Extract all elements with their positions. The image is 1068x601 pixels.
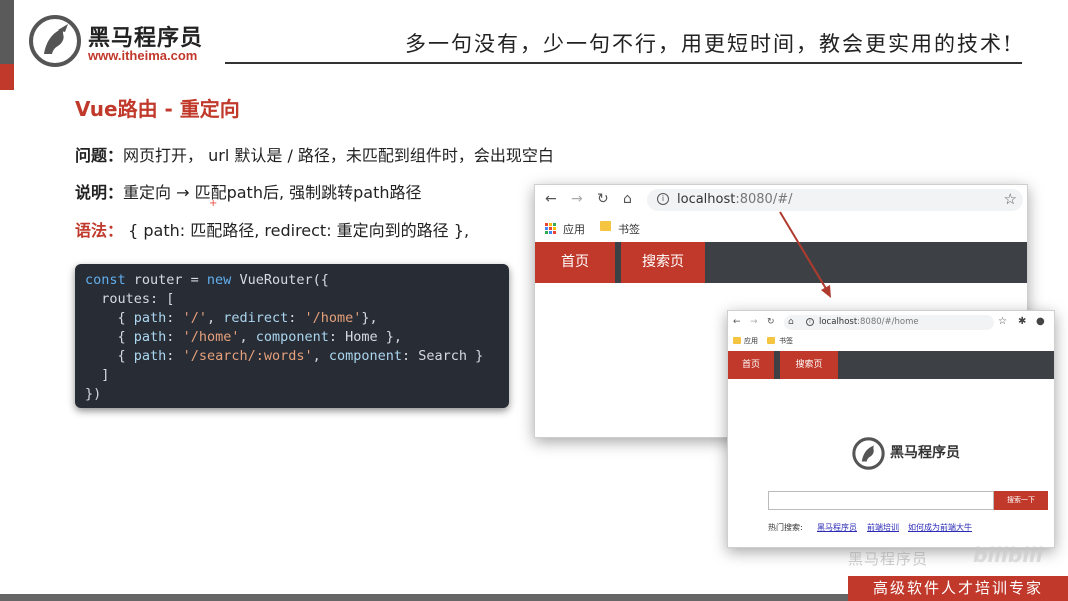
code-line: routes: [ [85, 291, 175, 307]
explain-text: 重定向 → 匹配path后, 强制跳转path路径 [123, 183, 422, 202]
info-icon[interactable]: i [657, 193, 669, 205]
bookmark-star-icon[interactable]: ☆ [998, 316, 1007, 327]
bookmark-star-icon[interactable]: ☆ [1004, 190, 1017, 208]
explain-line: 说明：重定向 → 匹配path后, 强制跳转path路径 [75, 179, 422, 203]
tab-search[interactable]: 搜索页 [621, 242, 705, 283]
forward-arrow-icon[interactable]: → [571, 191, 583, 207]
tab-search[interactable]: 搜索页 [780, 351, 838, 379]
hot-link[interactable]: 前端培训 [867, 522, 899, 533]
left-accent-bar [0, 0, 14, 64]
code-line: }) [85, 386, 102, 402]
apps-grid-icon [545, 223, 556, 234]
syntax-text: { path: 匹配路径, redirect: 重定向到的路径 }, [123, 221, 470, 240]
slogan: 多一句没有，少一句不行，用更短时间，教会更实用的技术! [405, 32, 1014, 56]
folder-icon [767, 337, 775, 344]
home-logo-name: 黑马程序员 [890, 445, 960, 461]
problem-line: 问题：网页打开， url 默认是 / 路径，未匹配到组件时，会出现空白 [75, 142, 554, 166]
horse-logo-icon [29, 15, 81, 67]
profile-avatar-icon[interactable]: ● [1036, 316, 1045, 327]
back-arrow-icon[interactable]: ← [733, 317, 741, 327]
slide-title: Vue路由 - 重定向 [75, 97, 240, 121]
footer-banner: 高级软件人才培训专家 [848, 576, 1068, 601]
redirect-arrow-icon [779, 211, 831, 298]
code-line: ] [85, 367, 110, 383]
logo-url: www.itheima.com [88, 48, 198, 63]
hot-search-label: 热门搜索: [768, 523, 803, 532]
code-line: { path: '/home', component: Home }, [85, 329, 403, 345]
reload-icon[interactable]: ↻ [767, 317, 775, 327]
problem-label: 问题： [75, 146, 124, 165]
url-text: localhost:8080/#/home [819, 317, 919, 327]
home-icon[interactable]: ⌂ [788, 317, 794, 327]
bottom-divider [0, 594, 848, 601]
bookmark-apps[interactable]: 应用 [744, 336, 758, 346]
search-button[interactable]: 搜索一下 [994, 491, 1048, 510]
code-line: { path: '/', redirect: '/home'}, [85, 310, 378, 326]
itheima-logo: 黑马程序员 www.itheima.com [28, 14, 228, 68]
app-nav-bar: 首页 搜索页 [728, 351, 1054, 379]
syntax-line: 语法： { path: 匹配路径, redirect: 重定向到的路径 }, [75, 217, 469, 241]
folder-icon [733, 337, 741, 344]
back-arrow-icon[interactable]: ← [545, 191, 557, 207]
info-icon[interactable]: i [806, 318, 814, 326]
bookmark-apps[interactable]: 应用 [563, 221, 585, 237]
search-input[interactable] [768, 491, 994, 510]
code-line: { path: '/search/:words', component: Sea… [85, 348, 484, 364]
bookmark-books[interactable]: 书签 [618, 221, 640, 237]
forward-arrow-icon[interactable]: → [750, 317, 758, 327]
code-line: const router = new VueRouter({ [85, 272, 329, 288]
hot-link[interactable]: 如何成为前端大牛 [908, 522, 972, 533]
left-accent-bar-red [0, 64, 14, 90]
url-text: localhost:8080/#/ [677, 192, 793, 207]
watermark-text: 黑马程序员 [848, 550, 929, 568]
syntax-label: 语法： [75, 221, 124, 240]
code-block: const router = new VueRouter({ routes: [… [75, 264, 509, 408]
tab-home[interactable]: 首页 [728, 351, 774, 379]
bookmarks-bar [728, 333, 1054, 351]
hot-link[interactable]: 黑马程序员 [817, 522, 857, 533]
problem-text: 网页打开， url 默认是 / 路径，未匹配到组件时，会出现空白 [123, 146, 554, 165]
annotation-mark-icon: + [209, 198, 218, 209]
tab-home[interactable]: 首页 [535, 242, 615, 283]
home-logo: 黑马程序员 [852, 435, 972, 471]
header-divider [225, 62, 1022, 64]
browser-window-home: ← → ↻ ⌂ i localhost:8080/#/home ☆ ✱ ● 应用… [727, 310, 1055, 548]
home-icon[interactable]: ⌂ [623, 191, 632, 207]
watermark-site: bilibili [973, 543, 1043, 567]
bookmark-books[interactable]: 书签 [779, 336, 793, 346]
explain-label: 说明： [75, 183, 124, 202]
extension-icon[interactable]: ✱ [1018, 316, 1026, 327]
horse-logo-icon [852, 437, 885, 470]
reload-icon[interactable]: ↻ [597, 191, 609, 207]
folder-icon [600, 221, 611, 231]
